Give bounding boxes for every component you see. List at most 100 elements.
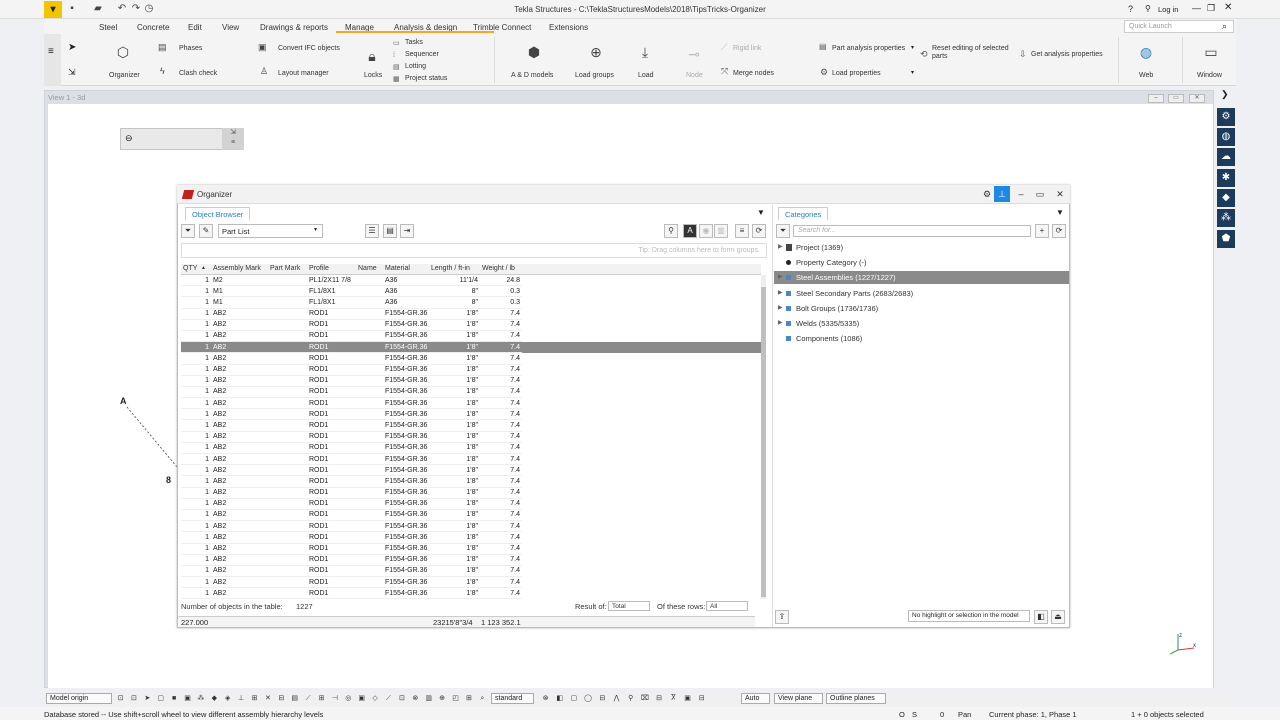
color-icon[interactable]: ◧	[1034, 610, 1048, 624]
properties-icon[interactable]: ⚙	[1217, 108, 1235, 126]
view-close-icon[interactable]: ✕	[1189, 94, 1205, 103]
table-row[interactable]: 1 AB2 ROD1 F1554-GR.36 1'8" 7.4	[181, 443, 761, 454]
table-row[interactable]: 1 M1 FL1/8X1 A36 8" 0.3	[181, 286, 761, 298]
lock-icon[interactable]: 🔒︎	[363, 48, 381, 64]
tasks-button[interactable]: Tasks	[405, 39, 423, 46]
layout-manager-button[interactable]: Layout manager	[278, 70, 329, 77]
snap-b-icon[interactable]: ⊡	[129, 694, 138, 703]
snap-option-icon[interactable]: ◯	[584, 694, 593, 703]
column-assembly-mark[interactable]: Assembly Mark	[213, 265, 261, 272]
expand-arrow-icon[interactable]: ▶	[778, 289, 783, 296]
eject-icon[interactable]: ⏏	[1051, 610, 1065, 624]
sequencer-button[interactable]: Sequencer	[405, 51, 439, 58]
settings-gear-icon[interactable]: ⚙	[980, 187, 994, 201]
snap-plus-icon[interactable]: ⊕	[438, 694, 447, 703]
scrollbar-thumb[interactable]	[761, 287, 766, 597]
mini-toolbar-controls[interactable]: ⇲ ≡	[222, 128, 244, 150]
refresh-icon[interactable]: ⟳	[752, 224, 766, 238]
load-icon[interactable]: ⤓	[636, 44, 654, 60]
table-row[interactable]: 1 AB2 ROD1 F1554-GR.36 1'8" 7.4	[181, 353, 761, 365]
auto-select[interactable]: Auto	[741, 693, 770, 704]
expand-arrow-icon[interactable]: ▶	[778, 319, 783, 326]
result-of-select[interactable]: Total	[608, 601, 650, 611]
snap-nearest-icon[interactable]: ⟋	[304, 694, 313, 703]
ad-models-icon[interactable]: ⬢	[523, 44, 545, 60]
snap-option-icon[interactable]: ⌧	[640, 694, 649, 703]
reset-editing-icon[interactable]: ⟲	[920, 49, 928, 60]
table-row[interactable]: 1 AB2 ROD1 F1554-GR.36 1'8" 7.4	[181, 566, 761, 578]
lotting-button[interactable]: Lotting	[405, 63, 426, 70]
select-component-icon[interactable]: ⁂	[196, 694, 205, 703]
organizer-icon[interactable]: ⬡	[112, 44, 134, 60]
organizer-minimize-icon[interactable]: –	[1014, 187, 1028, 201]
table-row[interactable]: 1 AB2 ROD1 F1554-GR.36 1'8" 7.4	[181, 544, 761, 555]
login-link[interactable]: Log in	[1158, 5, 1178, 14]
snap-option-icon[interactable]: ⊟	[655, 694, 664, 703]
merge-nodes-icon[interactable]: ⤧	[721, 66, 728, 77]
get-analysis-properties-button[interactable]: Get analysis properties	[1031, 51, 1103, 58]
detail-view-icon[interactable]: ▤	[383, 224, 397, 238]
window-icon[interactable]: ▭	[1200, 44, 1222, 60]
locks-button[interactable]: Locks	[364, 72, 382, 79]
snap-a-icon[interactable]: ⊡	[116, 694, 125, 703]
snap-line-icon[interactable]: ⊟	[277, 694, 286, 703]
refresh-icon[interactable]: ⟳	[1052, 224, 1066, 238]
hamburger-menu-icon[interactable]: ≡	[48, 46, 54, 57]
window-button[interactable]: Window	[1197, 72, 1222, 79]
menu-icon[interactable]: ≡	[735, 224, 749, 238]
snap-x-icon[interactable]: ✕	[263, 694, 272, 703]
help-button[interactable]: ?	[1128, 4, 1133, 14]
quick-launch-input[interactable]: Quick Launch	[1124, 20, 1234, 33]
category-search-input[interactable]: Search for...	[793, 225, 1031, 237]
part-analysis-properties-button[interactable]: Part analysis properties	[832, 45, 905, 52]
clash-check-button[interactable]: Clash check	[179, 70, 217, 77]
pin-list-icon[interactable]: ✎	[199, 224, 213, 238]
layout-manager-icon[interactable]: ♙	[260, 66, 268, 77]
snap-perp-icon[interactable]: ⊥	[237, 694, 246, 703]
snap-option-icon[interactable]: Ⴟ	[669, 694, 678, 703]
snap-icon[interactable]: ⇲	[68, 67, 76, 78]
snap-grid2-icon[interactable]: ⊞	[464, 694, 473, 703]
restore-window-icon[interactable]: ❐	[1207, 3, 1215, 14]
column-part-mark[interactable]: Part Mark	[270, 265, 300, 272]
menu-steel[interactable]: Steel	[99, 23, 117, 32]
chevron-down-icon[interactable]: ▾	[911, 69, 914, 76]
minimize-window-icon[interactable]: —	[1192, 3, 1201, 13]
table-row[interactable]: 1 AB2 ROD1 F1554-GR.36 1'8" 7.4	[181, 376, 761, 387]
sort-asc-icon[interactable]: ▲	[201, 265, 206, 271]
table-row[interactable]: 1 M1 FL1/8X1 A36 8" 0.3	[181, 297, 761, 309]
chevron-down-icon[interactable]: ▾	[911, 44, 914, 51]
snap-option-icon[interactable]: ◧	[555, 694, 564, 703]
select-icon[interactable]: ➤	[143, 694, 152, 703]
table-row[interactable]: 1 AB2 ROD1 F1554-GR.36 1'8" 7.4	[181, 465, 761, 477]
snap-option-icon[interactable]: ⋀	[612, 694, 621, 703]
menu-edit[interactable]: Edit	[188, 23, 202, 32]
snap-mid-icon[interactable]: ⊞	[317, 694, 326, 703]
view-plane-select[interactable]: View plane	[774, 693, 823, 704]
menu-view[interactable]: View	[222, 23, 239, 32]
close-window-icon[interactable]: ✕	[1224, 2, 1232, 13]
table-row[interactable]: 1 AB2 ROD1 F1554-GR.36 1'8" 7.4	[181, 510, 761, 522]
view-maximize-icon[interactable]: ▭	[1168, 94, 1184, 103]
project-status-button[interactable]: Project status	[405, 75, 447, 82]
select-cube-icon[interactable]: ◆	[210, 694, 219, 703]
snap-option-icon[interactable]: ⚲	[626, 694, 635, 703]
table-row[interactable]: 1 AB2 ROD1 F1554-GR.36 1'8" 7.4	[181, 499, 761, 510]
globe-icon[interactable]: ◍	[1217, 128, 1235, 146]
redo-icon[interactable]: ↷	[130, 3, 142, 15]
clash-check-icon[interactable]: ϟ	[160, 66, 165, 76]
zoom-icon[interactable]: ⌕	[478, 694, 487, 703]
phases-icon[interactable]: ▤	[158, 42, 167, 53]
collapse-icon[interactable]: ⏷	[776, 224, 790, 238]
column-profile[interactable]: Profile	[309, 265, 329, 272]
undo-icon[interactable]: ↶	[116, 3, 128, 15]
table-row[interactable]: 1 AB2 ROD1 F1554-GR.36 1'8" 7.4	[181, 398, 761, 410]
snap-plane-icon[interactable]: ⊡	[397, 694, 406, 703]
of-these-rows-select[interactable]: All	[706, 601, 748, 611]
snap-ref-icon[interactable]: ◈	[223, 694, 232, 703]
part-analysis-icon[interactable]: ▤	[819, 42, 827, 51]
tab-object-browser[interactable]: Object Browser	[185, 207, 251, 220]
table-row[interactable]: 1 AB2 ROD1 F1554-GR.36 1'8" 7.4	[181, 432, 761, 443]
category-item[interactable]: ▶ Steel Secondary Parts (2683/2683)	[774, 287, 1069, 300]
table-row[interactable]: 1 AB2 ROD1 F1554-GR.36 1'8" 7.4	[181, 532, 761, 544]
